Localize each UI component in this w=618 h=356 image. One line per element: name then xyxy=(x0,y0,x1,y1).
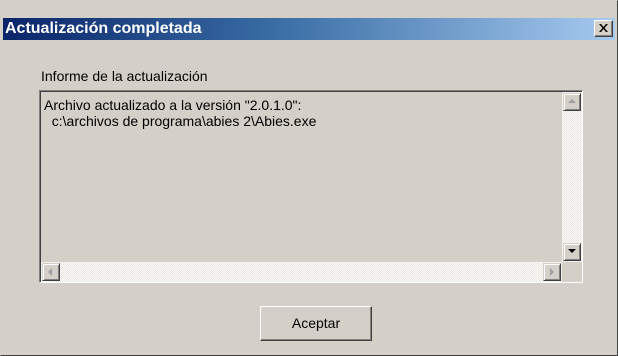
arrow-left-icon xyxy=(48,268,52,276)
close-button[interactable] xyxy=(594,20,613,37)
scroll-down-button[interactable] xyxy=(563,243,581,261)
close-icon xyxy=(599,24,608,32)
report-text: Archivo actualizado a la versión "2.0.1.… xyxy=(44,97,317,129)
report-textbox[interactable]: Archivo actualizado a la versión "2.0.1.… xyxy=(39,90,583,283)
arrow-down-icon xyxy=(568,249,576,253)
arrow-up-icon xyxy=(568,99,576,103)
scroll-up-button[interactable] xyxy=(563,93,581,111)
window-title: Actualización completada xyxy=(5,20,202,37)
title-bar[interactable]: Actualización completada xyxy=(3,18,615,40)
scroll-right-button[interactable] xyxy=(543,263,561,281)
vertical-scrollbar[interactable] xyxy=(562,92,582,262)
scroll-left-button[interactable] xyxy=(42,263,60,281)
report-label: Informe de la actualización xyxy=(41,68,208,84)
dialog-window: Actualización completada Informe de la a… xyxy=(0,0,618,356)
horizontal-scrollbar[interactable] xyxy=(41,262,562,282)
arrow-right-icon xyxy=(550,268,554,276)
scrollbar-corner xyxy=(562,262,582,282)
accept-button[interactable]: Aceptar xyxy=(260,306,372,341)
